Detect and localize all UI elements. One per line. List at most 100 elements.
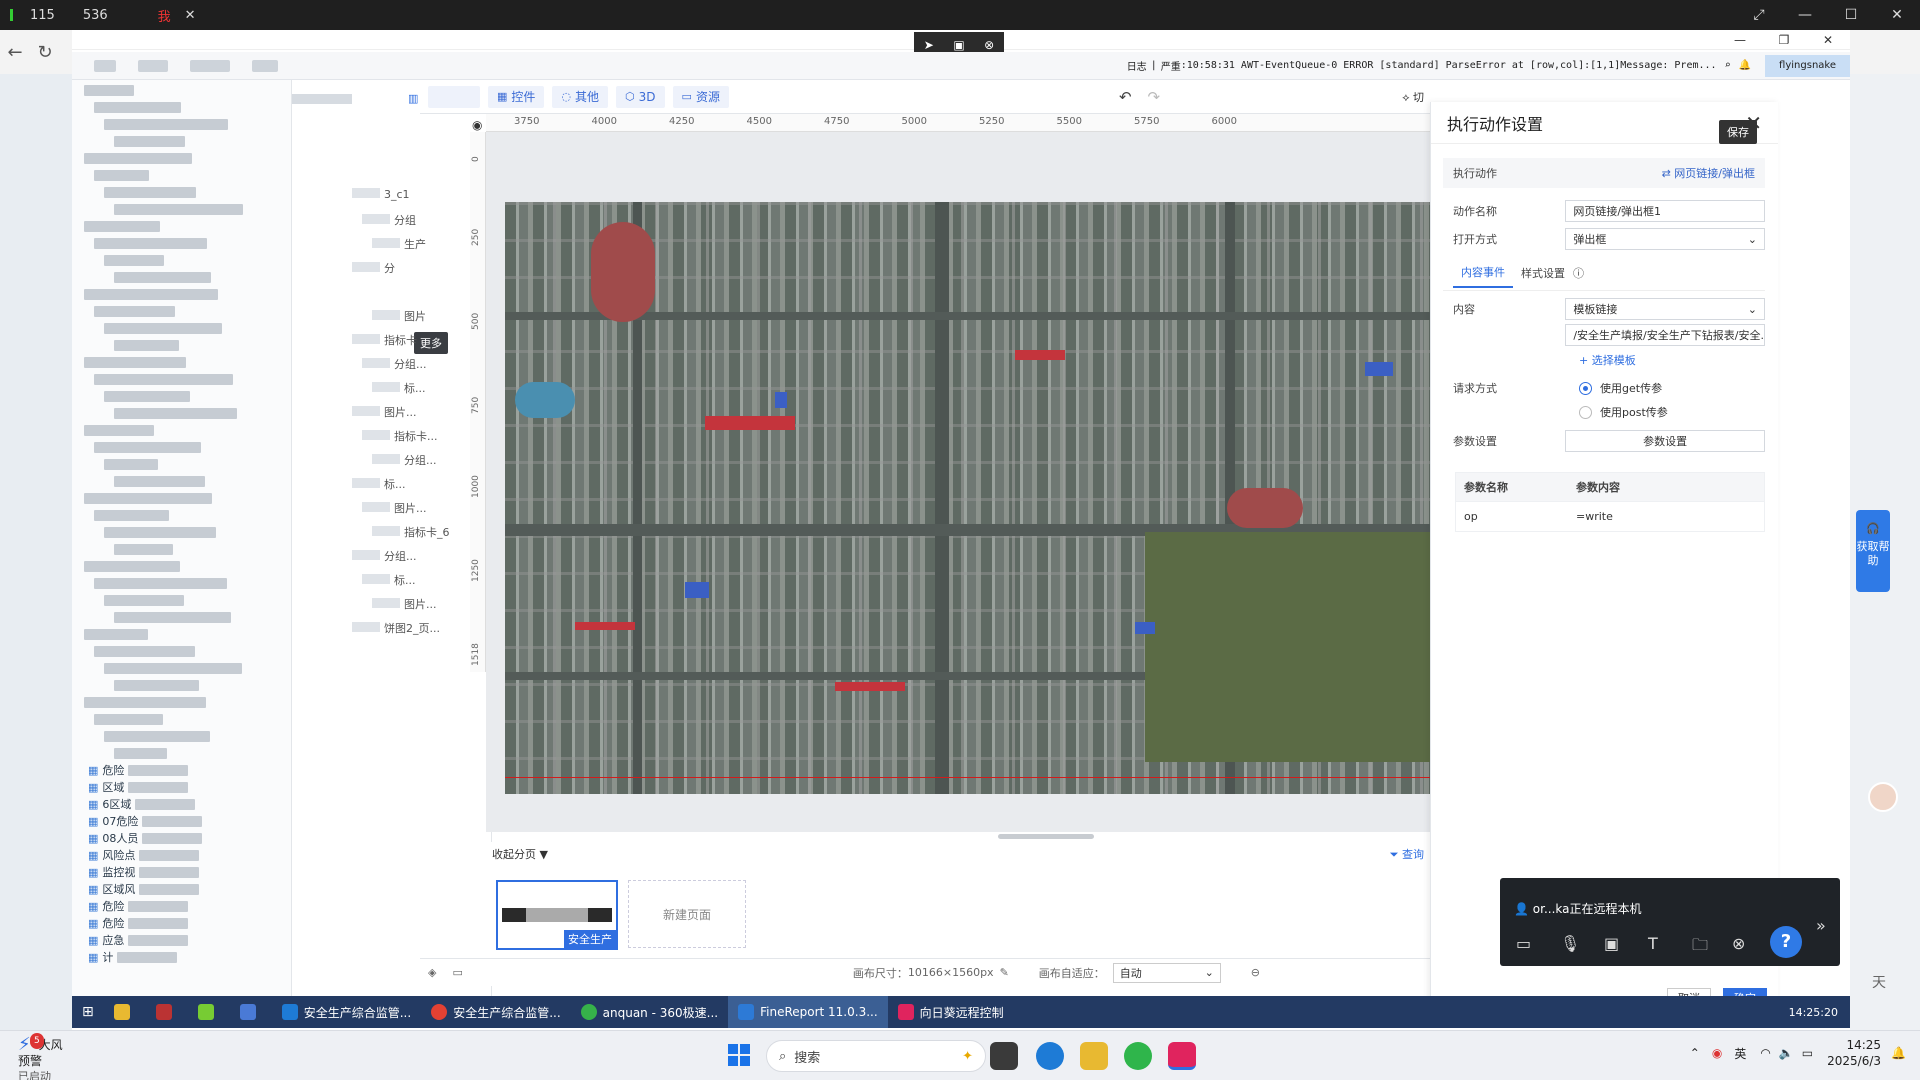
page-thumbnail[interactable]: 安全生产 (496, 880, 618, 950)
folder-icon[interactable]: 🗀 (1692, 934, 1708, 961)
wechat-icon[interactable] (1124, 1042, 1152, 1070)
tree-row[interactable]: ▦ 6区域 (72, 797, 291, 811)
tab-close-icon[interactable]: ✕ (185, 8, 196, 23)
remote-app-icon[interactable] (230, 996, 272, 1028)
tree-row[interactable] (72, 661, 291, 675)
tree-row[interactable] (72, 202, 291, 216)
tree-row[interactable] (72, 678, 291, 692)
mic-icon[interactable]: 🎙 (1560, 934, 1580, 953)
search-icon[interactable]: ⌕ (1725, 60, 1731, 71)
tree-row[interactable]: ▦ 08人员 (72, 831, 291, 845)
zoom-out-icon[interactable]: ⊖ (1251, 966, 1260, 979)
pointer-icon[interactable]: ➤ (924, 38, 934, 52)
component-tree-item[interactable]: 分组 (362, 212, 416, 228)
tree-row[interactable] (72, 542, 291, 556)
toolbar-button-resources[interactable]: ▭ 资源 (672, 85, 729, 108)
tree-row[interactable] (72, 168, 291, 182)
tree-row[interactable] (72, 712, 291, 726)
system-clock[interactable]: 14:25 2025/6/3 (1827, 1037, 1881, 1069)
chevron-up-icon[interactable]: ⌃ (1690, 1046, 1700, 1060)
tree-row[interactable] (72, 151, 291, 165)
wifi-icon[interactable]: ◠ (1760, 1046, 1770, 1060)
tray-app-icon[interactable]: ◉ (1712, 1046, 1722, 1060)
tree-row[interactable] (72, 644, 291, 658)
remote-restore-icon[interactable]: ❐ (1762, 33, 1806, 47)
bell-icon[interactable]: 🔔 (1739, 60, 1751, 71)
tree-row[interactable]: ▦ 监控视 (72, 865, 291, 879)
collapse-pages-button[interactable]: 收起分页 ▼ (492, 846, 548, 862)
tree-row[interactable] (72, 491, 291, 505)
tree-row[interactable] (72, 593, 291, 607)
tree-row[interactable] (72, 355, 291, 369)
tree-row[interactable] (72, 372, 291, 386)
screen-share-icon[interactable]: ▣ (1604, 934, 1619, 953)
choose-template-link[interactable]: + 选择模板 (1579, 352, 1636, 368)
tree-row[interactable] (72, 117, 291, 131)
component-tree-item[interactable]: 生产 (372, 236, 426, 252)
weather-widget[interactable]: ⚡ 5 大风预警 已启动 (18, 1033, 66, 1080)
toolbar-button-controls[interactable]: ▦ 控件 (488, 85, 545, 108)
battery-icon[interactable]: ▭ (1802, 1046, 1813, 1060)
tree-row[interactable] (72, 746, 291, 760)
preview-icon[interactable]: ▭ (452, 966, 462, 979)
tree-row[interactable]: ▦ 计 (72, 950, 291, 964)
remote-explorer-icon[interactable] (104, 996, 146, 1028)
tree-row[interactable] (72, 100, 291, 114)
action-type-link[interactable]: ⇄ 网页链接/弹出框 (1662, 165, 1755, 181)
close-circle-icon[interactable]: ⊗ (1732, 934, 1745, 953)
taskbar-item-360[interactable]: anquan - 360极速... (571, 996, 728, 1028)
switch-button[interactable]: ⟡ 切 (1402, 89, 1424, 105)
component-tree-item[interactable]: 标... (362, 572, 416, 588)
remote-close-icon[interactable]: ✕ (1806, 33, 1850, 47)
tree-row[interactable] (72, 236, 291, 250)
component-tree-item[interactable]: 图片... (362, 500, 427, 516)
user-name[interactable]: flyingsnake (1765, 54, 1850, 77)
double-chevron-right-icon[interactable]: » (1816, 916, 1826, 935)
text-icon[interactable]: T (1648, 934, 1658, 953)
component-tree-item[interactable]: 分组... (372, 452, 437, 468)
help-circle-icon[interactable]: ⓘ (1573, 265, 1584, 281)
component-tree-item[interactable]: 3_c1 (352, 188, 410, 201)
tree-row[interactable]: ▦ 危险 (72, 916, 291, 930)
tree-row[interactable]: ▦ 风险点 (72, 848, 291, 862)
component-tree-item[interactable]: 分组... (352, 548, 417, 564)
tree-row[interactable] (72, 338, 291, 352)
tree-row[interactable] (72, 389, 291, 403)
radio-get[interactable]: 使用get传参 (1579, 380, 1662, 396)
edit-icon[interactable]: ✎ (1000, 966, 1009, 979)
tree-row[interactable] (72, 219, 291, 233)
close-circle-icon[interactable]: ⊗ (984, 38, 994, 52)
get-help-button[interactable]: 🎧 获取帮助 (1856, 510, 1890, 592)
chat-icon[interactable]: ▭ (1516, 934, 1531, 953)
tree-row[interactable]: ▦ 危险 (72, 899, 291, 913)
tree-row[interactable] (72, 321, 291, 335)
component-tree-item[interactable]: 标... (352, 476, 406, 492)
table-row[interactable]: op =write (1456, 501, 1764, 531)
tree-row[interactable] (72, 576, 291, 590)
tree-row[interactable]: ▦ 危险 (72, 763, 291, 777)
taskbar-item-edge[interactable]: 安全生产综合监管... (272, 996, 421, 1028)
eye-icon[interactable]: ◉ (472, 118, 482, 132)
component-tree-item[interactable]: 指标卡_6 (372, 524, 450, 540)
tree-row[interactable] (72, 559, 291, 573)
close-icon[interactable]: ✕ (1874, 7, 1920, 23)
blurred-toolbar-button[interactable] (428, 85, 480, 108)
remote-minimize-icon[interactable]: — (1718, 33, 1762, 47)
refresh-icon[interactable]: ↻ (30, 42, 60, 63)
new-page-button[interactable]: 新建页面 (628, 880, 746, 948)
param-settings-button[interactable]: 参数设置 (1565, 430, 1765, 452)
component-tree-item[interactable]: 图片... (352, 404, 417, 420)
tree-row[interactable]: ▦ 07危险 (72, 814, 291, 828)
edge-icon[interactable] (1036, 1042, 1064, 1070)
tree-row[interactable] (72, 525, 291, 539)
tree-row[interactable] (72, 423, 291, 437)
content-select[interactable]: 模板链接 ⌄ (1565, 298, 1765, 320)
tree-row[interactable]: ▦ 区域风 (72, 882, 291, 896)
redo-icon[interactable]: ↷ (1148, 88, 1161, 106)
back-icon[interactable]: ← (0, 42, 30, 63)
log-label[interactable]: 日志 (1127, 58, 1147, 73)
adaptive-select[interactable]: 自动 ⌄ (1112, 962, 1221, 983)
taskbar-item-chrome[interactable]: 安全生产综合监管... (421, 996, 570, 1028)
component-tree-item[interactable]: 图片... (372, 596, 437, 612)
screen-icon[interactable]: ▣ (953, 38, 964, 52)
